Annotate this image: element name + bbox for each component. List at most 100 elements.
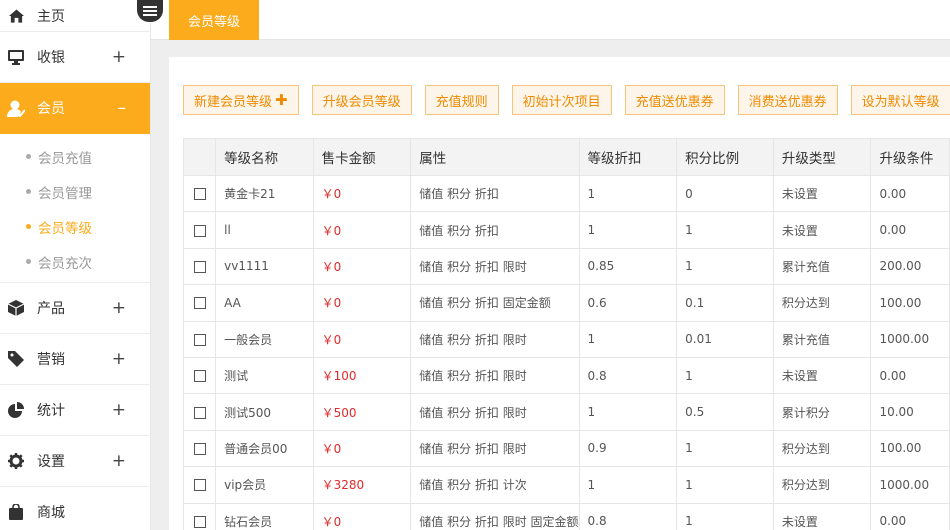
- table-row[interactable]: vip会员 ￥3280 储值 积分 折扣 计次 1 1 积分达到 1000.00: [182, 466, 950, 504]
- level-name-cell: 一般会员: [215, 320, 314, 358]
- table-row[interactable]: ll ￥0 储值 积分 折扣 1 1 未设置 0.00: [182, 211, 950, 249]
- gear-icon: [7, 452, 25, 470]
- sidebar-item-label: 产品: [37, 301, 65, 317]
- tab-bar: 会员等级: [151, 0, 950, 40]
- set-default-level-button[interactable]: 设为默认等级: [850, 85, 950, 115]
- table-row[interactable]: 一般会员 ￥0 储值 积分 折扣 限时 1 0.01 累计充值 1000.00: [182, 320, 950, 358]
- column-header[interactable]: 属性: [410, 138, 580, 176]
- row-checkbox[interactable]: [193, 406, 206, 419]
- table-header-row: 等级名称 售卡金额 属性 等级折扣 积分比例 升级类型 升级条件: [182, 138, 950, 176]
- init-count-items-button[interactable]: 初始计次项目: [511, 85, 612, 115]
- sidebar-item-settings[interactable]: 设置 +: [0, 436, 150, 487]
- row-checkbox[interactable]: [193, 479, 206, 492]
- card-price-cell: ￥3280: [312, 466, 412, 504]
- sidebar-item-home[interactable]: 主页: [0, 0, 150, 32]
- sidebar-item-label: 商城: [37, 505, 65, 521]
- row-checkbox[interactable]: [193, 297, 206, 310]
- hamburger-icon: [143, 6, 157, 16]
- submenu-item-manage[interactable]: 会员管理: [0, 174, 150, 209]
- row-checkbox[interactable]: [193, 224, 206, 237]
- table-row[interactable]: 黄金卡21 ￥0 储值 积分 折扣 1 0 未设置 0.00: [182, 174, 950, 213]
- card-price-cell: ￥0: [312, 502, 412, 530]
- points-ratio-cell: 0.01: [676, 320, 774, 358]
- row-checkbox[interactable]: [193, 333, 206, 346]
- upgrade-type-cell: 积分达到: [772, 466, 872, 504]
- expand-icon[interactable]: +: [112, 400, 126, 420]
- menu-toggle-button[interactable]: [137, 0, 163, 22]
- column-header[interactable]: 升级条件: [870, 138, 950, 176]
- upgrade-condition-cell: 0.00: [870, 174, 950, 213]
- content-panel: 新建会员等级 ✚ 升级会员等级 充值规则 初始计次项目 充值送优惠券 消费送优惠券…: [169, 57, 950, 530]
- sidebar-item-cashier[interactable]: 收银 +: [0, 32, 150, 83]
- upgrade-condition-cell: 0.00: [870, 356, 950, 395]
- upgrade-type-cell: 累计充值: [772, 247, 872, 286]
- upgrade-level-button[interactable]: 升级会员等级: [311, 85, 412, 115]
- attributes-cell: 储值 积分 折扣 限时: [410, 247, 580, 286]
- column-header[interactable]: 等级折扣: [578, 138, 678, 176]
- row-checkbox[interactable]: [193, 188, 206, 201]
- recharge-rules-button[interactable]: 充值规则: [424, 85, 499, 115]
- submenu-item-count[interactable]: 会员充次: [0, 244, 150, 279]
- upgrade-type-cell: 积分达到: [772, 429, 872, 468]
- row-checkbox-cell: [182, 211, 217, 249]
- level-name-cell: vv1111: [215, 247, 314, 286]
- submenu-item-level[interactable]: 会员等级: [0, 209, 150, 244]
- sidebar-item-shop[interactable]: 商城: [0, 487, 150, 530]
- recharge-coupon-button[interactable]: 充值送优惠券: [624, 85, 725, 115]
- attributes-cell: 储值 积分 折扣: [410, 174, 580, 213]
- level-name-cell: 测试500: [215, 393, 314, 431]
- sidebar-item-member[interactable]: 会员 –: [0, 83, 150, 134]
- level-name-cell: ll: [215, 211, 314, 249]
- row-checkbox[interactable]: [193, 515, 206, 528]
- sidebar-item-stats[interactable]: 统计 +: [0, 385, 150, 436]
- consume-coupon-button[interactable]: 消费送优惠券: [737, 85, 838, 115]
- column-header[interactable]: 售卡金额: [312, 138, 412, 176]
- bullet-icon: [26, 224, 31, 229]
- sidebar-item-label: 主页: [37, 8, 65, 25]
- table-row[interactable]: 测试500 ￥500 储值 积分 折扣 限时 1 0.5 累计积分 10.00: [182, 393, 950, 431]
- points-ratio-cell: 1: [676, 211, 774, 249]
- sidebar-item-marketing[interactable]: 营销 +: [0, 334, 150, 385]
- column-header[interactable]: 积分比例: [676, 138, 774, 176]
- table-row[interactable]: AA ￥0 储值 积分 折扣 固定金额 0.6 0.1 积分达到 100.00: [182, 284, 950, 322]
- home-icon: [7, 7, 25, 25]
- expand-icon[interactable]: +: [112, 47, 126, 67]
- upgrade-condition-cell: 0.00: [870, 211, 950, 249]
- discount-cell: 1: [578, 174, 678, 213]
- level-name-cell: 测试: [215, 356, 314, 395]
- attributes-cell: 储值 积分 折扣 限时: [410, 393, 580, 431]
- column-header[interactable]: 等级名称: [215, 138, 314, 176]
- upgrade-condition-cell: 1000.00: [870, 466, 950, 504]
- checkbox-header: [182, 138, 217, 176]
- discount-cell: 1: [578, 466, 678, 504]
- row-checkbox-cell: [182, 356, 217, 395]
- points-ratio-cell: 1: [676, 429, 774, 468]
- sidebar-item-product[interactable]: 产品 +: [0, 283, 150, 334]
- tab-member-level[interactable]: 会员等级: [169, 0, 259, 40]
- submenu-label: 会员充次: [38, 255, 92, 272]
- row-checkbox[interactable]: [193, 370, 206, 383]
- table-row[interactable]: 钻石会员 ￥0 储值 积分 折扣 限时 固定金额 0.8 1 未设置 0.00: [182, 502, 950, 530]
- member-level-table: 等级名称 售卡金额 属性 等级折扣 积分比例 升级类型 升级条件 黄金卡21 ￥0…: [182, 138, 950, 530]
- expand-icon[interactable]: +: [112, 451, 126, 471]
- submenu-item-recharge[interactable]: 会员充值: [0, 139, 150, 174]
- sidebar-item-label: 会员: [37, 101, 65, 117]
- level-name-cell: vip会员: [215, 466, 314, 504]
- table-row[interactable]: vv1111 ￥0 储值 积分 折扣 限时 0.85 1 累计充值 200.00: [182, 247, 950, 286]
- row-checkbox-cell: [182, 247, 217, 286]
- table-row[interactable]: 测试 ￥100 储值 积分 折扣 限时 0.8 1 未设置 0.00: [182, 356, 950, 395]
- collapse-icon[interactable]: –: [118, 98, 127, 118]
- bullet-icon: [26, 259, 31, 264]
- row-checkbox-cell: [182, 174, 217, 213]
- row-checkbox[interactable]: [193, 442, 206, 455]
- attributes-cell: 储值 积分 折扣 限时 固定金额: [410, 502, 580, 530]
- level-name-cell: 普通会员00: [215, 429, 314, 468]
- expand-icon[interactable]: +: [112, 349, 126, 369]
- expand-icon[interactable]: +: [112, 298, 126, 318]
- points-ratio-cell: 1: [676, 502, 774, 530]
- row-checkbox[interactable]: [193, 260, 206, 273]
- column-header[interactable]: 升级类型: [772, 138, 872, 176]
- table-row[interactable]: 普通会员00 ￥0 储值 积分 折扣 限时 0.9 1 积分达到 100.00: [182, 429, 950, 468]
- upgrade-condition-cell: 1000.00: [870, 320, 950, 358]
- new-level-button[interactable]: 新建会员等级 ✚: [183, 85, 299, 115]
